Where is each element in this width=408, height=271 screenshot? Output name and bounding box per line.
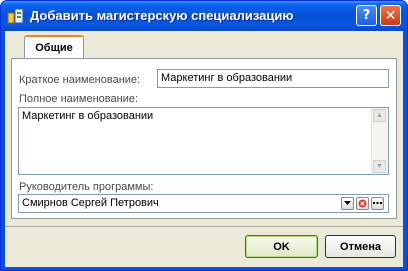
tab-panel-general: Краткое наименование: Маркетинг в образо… [11,58,397,219]
help-button[interactable]: ? [356,5,377,26]
scroll-up-icon[interactable]: ▲ [373,109,386,122]
app-icon [7,8,24,24]
full-name-textarea[interactable]: Маркетинг в образовании ▲ ▼ [18,107,389,175]
button-bar: OK Отмена [5,226,403,267]
full-name-text: Маркетинг в образовании [22,110,154,122]
scroll-down-icon[interactable]: ▼ [373,160,386,173]
dropdown-arrow-icon[interactable] [341,197,354,210]
short-name-label: Краткое наименование: [19,74,141,86]
dialog-window: Добавить магистерскую специализацию ? ✕ … [0,0,408,271]
title-bar[interactable]: Добавить магистерскую специализацию ? ✕ [1,1,407,31]
ok-button[interactable]: OK [245,235,318,258]
program-head-combobox[interactable]: Смирнов Сергей Петрович [18,194,389,213]
clear-icon[interactable] [356,197,369,210]
cancel-button[interactable]: Отмена [325,235,396,258]
close-icon: ✕ [384,7,397,24]
program-head-label: Руководитель программы: [19,181,154,193]
window-title: Добавить магистерскую специализацию [30,8,294,23]
dialog-body: Общие Краткое наименование: Маркетинг в … [5,31,403,267]
ellipsis-icon[interactable] [371,197,384,210]
short-name-input[interactable]: Маркетинг в образовании [157,69,389,88]
program-head-value: Смирнов Сергей Петрович [22,197,159,209]
close-button[interactable]: ✕ [380,5,401,26]
tab-strip: Общие [5,31,403,59]
help-icon: ? [362,8,371,23]
vertical-scrollbar[interactable]: ▲ ▼ [371,108,388,174]
full-name-label: Полное наименование: [19,93,139,105]
tab-general[interactable]: Общие [24,35,84,58]
